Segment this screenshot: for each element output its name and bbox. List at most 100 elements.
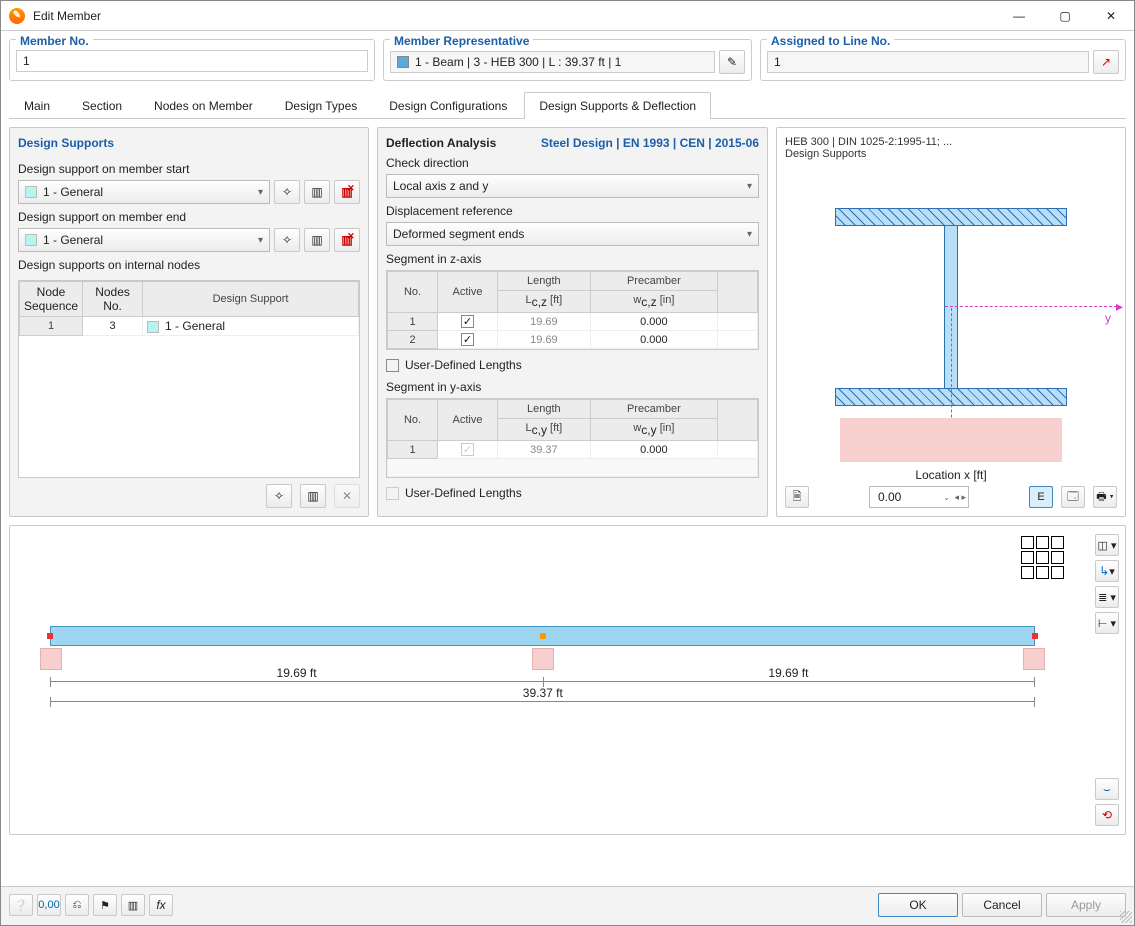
segment-y-label: Segment in y-axis [386, 380, 759, 394]
displacement-reference-select[interactable]: Deformed segment ends ▾ [386, 222, 759, 246]
library-support-start-button[interactable]: ▥ [304, 180, 330, 204]
help-button[interactable]: ❔ [9, 894, 33, 916]
titlebar: ✎ Edit Member — ▢ ✕ [1, 1, 1134, 31]
beam-color-swatch [397, 56, 409, 68]
segment-y-grid[interactable]: No. Active Length Precamber Lc,y [ft] wc… [386, 398, 759, 478]
assigned-line-label: Assigned to Line No. [767, 34, 894, 48]
content-row: Design Supports Design support on member… [1, 119, 1134, 525]
general-swatch-icon [25, 186, 37, 198]
tab-design-types[interactable]: Design Types [270, 92, 373, 119]
chevron-down-icon: ▾ [747, 229, 752, 240]
support-end-label: Design support on member end [18, 210, 360, 224]
member-representative-value[interactable]: 1 - Beam | 3 - HEB 300 | L : 39.37 ft | … [390, 51, 715, 73]
view-axes-button[interactable]: ↳ ▾ [1095, 560, 1119, 582]
segment-z-grid[interactable]: No. Active Length Precamber Lc,z [ft] wc… [386, 270, 759, 350]
preview-panel: HEB 300 | DIN 1025-2:1995-11; ... Design… [776, 127, 1126, 517]
internal-nodes-grid[interactable]: Node Sequence NodesNo. Design Support 1 … [18, 280, 360, 478]
member-no-input[interactable]: 1 [16, 50, 368, 72]
new-support-end-button[interactable]: ✧ [274, 228, 300, 252]
edit-representative-button[interactable]: ✎ [719, 50, 745, 74]
support-start-label: Design support on member start [18, 162, 360, 176]
view-3d-button[interactable]: ◫ ▾ [1095, 534, 1119, 556]
resize-grip[interactable] [1120, 911, 1132, 923]
delete-support-start-button[interactable]: ▥ [334, 180, 360, 204]
tab-nodes-on-member[interactable]: Nodes on Member [139, 92, 268, 119]
check-direction-label: Check direction [386, 156, 759, 170]
pick-line-button[interactable]: ↗ [1093, 50, 1119, 74]
support-start-select[interactable]: 1 - General ▾ [18, 180, 270, 204]
delete-internal-support-button[interactable]: ✕ [334, 484, 360, 508]
member-no-group: Member No. 1 [9, 39, 375, 81]
beam-drawing: 19.69 ft 19.69 ft 39.37 ft [30, 626, 1055, 784]
design-standard-label: Steel Design | EN 1993 | CEN | 2015-06 [541, 136, 759, 150]
new-support-start-button[interactable]: ✧ [274, 180, 300, 204]
maximize-button[interactable]: ▢ [1042, 1, 1088, 31]
tab-section[interactable]: Section [67, 92, 137, 119]
apply-button: Apply [1046, 893, 1126, 917]
preview-subtitle: Design Supports [785, 148, 1117, 160]
active-checkbox-disabled [461, 443, 474, 456]
active-checkbox[interactable] [461, 315, 474, 328]
tab-main[interactable]: Main [9, 92, 65, 119]
internal-nodes-label: Design supports on internal nodes [18, 258, 360, 272]
assigned-line-value[interactable]: 1 [767, 51, 1089, 73]
view-dimension-button[interactable]: ⊢ ▾ [1095, 612, 1119, 634]
view-layers-button[interactable]: ≣ ▾ [1095, 586, 1119, 608]
window-title: Edit Member [33, 9, 996, 23]
print-preview-button[interactable]: 🗔 [1061, 486, 1085, 508]
section-preview: HEB 300 | DIN 1025-2:1995-11; ... Design… [776, 127, 1126, 517]
library-support-end-button[interactable]: ▥ [304, 228, 330, 252]
chevron-down-icon: ▾ [258, 235, 263, 246]
user-defined-lengths-z-checkbox[interactable]: User-Defined Lengths [386, 358, 759, 372]
dialog-footer: ❔ 0,00 ⎌ ⚑ ▥ fx OK Cancel Apply [1, 886, 1134, 925]
chevron-down-icon: ▾ [258, 187, 263, 198]
member-no-label: Member No. [16, 34, 93, 48]
support-end-select[interactable]: 1 - General ▾ [18, 228, 270, 252]
section-info-button[interactable]: 🗎 [785, 486, 809, 508]
show-values-button[interactable]: E [1029, 486, 1053, 508]
edit-member-window: ✎ Edit Member — ▢ ✕ Member No. 1 Member … [0, 0, 1135, 926]
deflection-shape-button[interactable]: ⌣ [1095, 778, 1119, 800]
library-internal-support-button[interactable]: ▥ [300, 484, 326, 508]
checkbox-icon [386, 359, 399, 372]
header-row: Member No. 1 Member Representative 1 - B… [1, 31, 1134, 81]
active-checkbox[interactable] [461, 333, 474, 346]
highlight-button[interactable]: ▥ [121, 894, 145, 916]
tab-design-supports-deflection[interactable]: Design Supports & Deflection [524, 92, 711, 119]
app-icon: ✎ [9, 8, 25, 24]
table-row[interactable]: 1 39.37 0.000 [388, 441, 758, 459]
ok-button[interactable]: OK [878, 893, 958, 917]
design-supports-panel: Design Supports Design support on member… [9, 127, 369, 517]
table-row[interactable]: 1 19.69 0.000 [388, 313, 758, 331]
design-supports-title: Design Supports [18, 136, 360, 150]
formula-button[interactable]: fx [149, 894, 173, 916]
close-button[interactable]: ✕ [1088, 1, 1134, 31]
segment-z-label: Segment in z-axis [386, 252, 759, 266]
cancel-button[interactable]: Cancel [962, 893, 1042, 917]
new-internal-support-button[interactable]: ✧ [266, 484, 292, 508]
member-representative-group: Member Representative 1 - Beam | 3 - HEB… [383, 39, 752, 81]
user-defined-lengths-y-checkbox: User-Defined Lengths [386, 486, 759, 500]
table-row[interactable]: 1 3 1 - General [20, 317, 359, 336]
deflection-title: Deflection Analysis Steel Design | EN 19… [386, 136, 759, 150]
member-representative-label: Member Representative [390, 34, 533, 48]
flag-button[interactable]: ⚑ [93, 894, 117, 916]
check-direction-select[interactable]: Local axis z and y ▾ [386, 174, 759, 198]
delete-support-end-button[interactable]: ▥ [334, 228, 360, 252]
i-section-drawing: y z [785, 168, 1117, 462]
member-axes-button[interactable]: ⎌ [65, 894, 89, 916]
minimize-button[interactable]: — [996, 1, 1042, 31]
displacement-reference-label: Displacement reference [386, 204, 759, 218]
units-button[interactable]: 0,00 [37, 894, 61, 916]
member-view[interactable]: ◫ ▾ ↳ ▾ ≣ ▾ ⊢ ▾ ⌣ ⟲ 19.69 ft 19.69 ft [9, 525, 1126, 835]
tab-design-configurations[interactable]: Design Configurations [374, 92, 522, 119]
tab-bar: Main Section Nodes on Member Design Type… [9, 91, 1126, 119]
section-name-label: HEB 300 | DIN 1025-2:1995-11; ... [785, 136, 1117, 148]
general-swatch-icon [25, 234, 37, 246]
print-button[interactable]: 🖶 ▾ [1093, 486, 1117, 508]
table-row[interactable]: 2 19.69 0.000 [388, 331, 758, 349]
reset-view-button[interactable]: ⟲ [1095, 804, 1119, 826]
view-cube-icon[interactable] [1021, 536, 1065, 580]
location-spinner[interactable]: 0.00 ⌄ ◂ ▸ [869, 486, 969, 508]
chevron-down-icon: ▾ [747, 181, 752, 192]
